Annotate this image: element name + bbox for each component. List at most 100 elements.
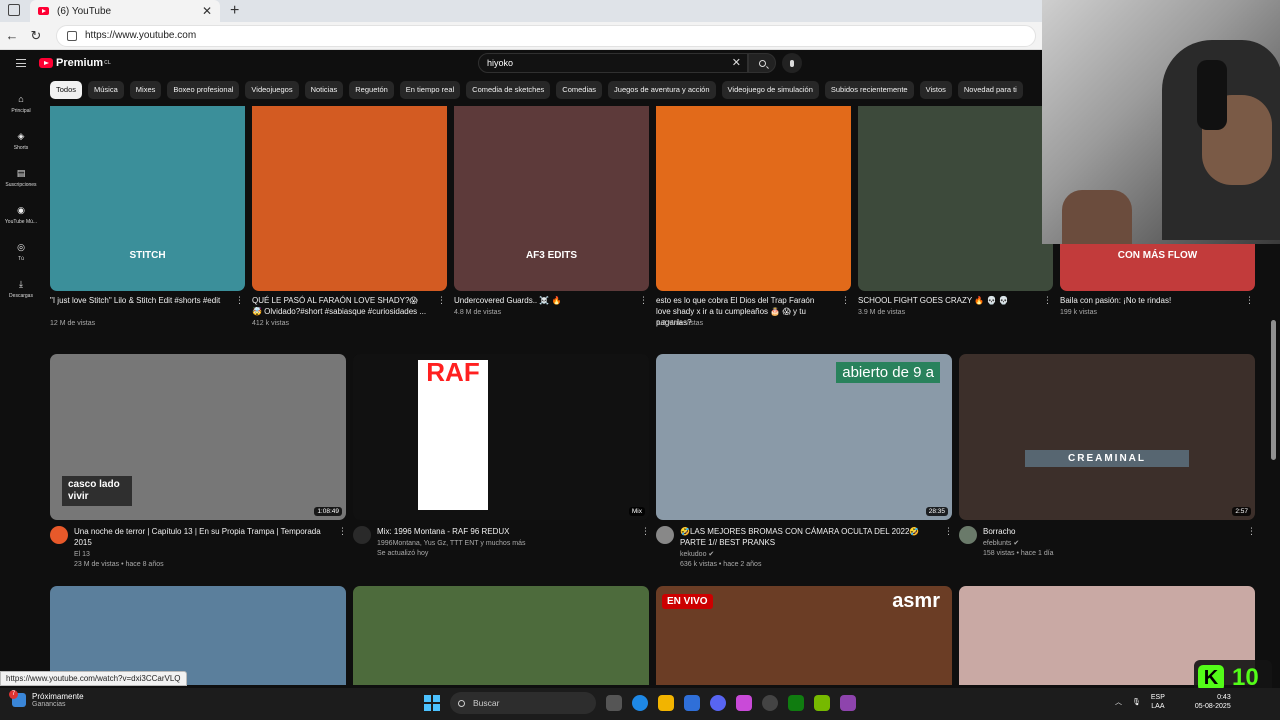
video-thumbnail[interactable]: RAF Mix	[353, 354, 649, 520]
clear-search-icon[interactable]: ✕	[732, 56, 741, 69]
filter-chips: Todos Música Mixes Boxeo profesional Videoju…	[50, 81, 1023, 99]
channel-name[interactable]: 1996Montana, Yus Gz, TTT ENT y muchos má…	[377, 539, 526, 549]
sidebar-item[interactable]: ◎ Tú	[4, 234, 38, 271]
video-thumbnail[interactable]: AF3 EDITS	[454, 106, 649, 291]
filter-chip[interactable]: Vistos	[919, 81, 952, 99]
video-title[interactable]: Baila con pasión: ¡No te rindas!	[1060, 295, 1235, 306]
video-title[interactable]: Borracho	[983, 526, 1239, 537]
filter-chip[interactable]: Subidos recientemente	[824, 81, 914, 99]
filter-chip[interactable]: Todos	[50, 81, 83, 99]
more-options-icon[interactable]: ⋮	[1247, 526, 1256, 537]
video-thumbnail[interactable]: abierto de 9 a 28:35	[656, 354, 952, 520]
filter-chip[interactable]: Reguetón	[349, 81, 394, 99]
more-options-icon[interactable]: ⋮	[944, 526, 953, 537]
back-icon[interactable]: ←	[0, 28, 24, 43]
app-icon[interactable]	[840, 695, 856, 711]
video-thumbnail[interactable]	[252, 106, 447, 291]
tab-actions-icon[interactable]	[8, 4, 20, 16]
filter-chip[interactable]: Boxeo profesional	[167, 81, 240, 99]
task-view-icon[interactable]	[606, 695, 622, 711]
filter-chip[interactable]: En tiempo real	[399, 81, 461, 99]
xbox-icon[interactable]	[788, 695, 804, 711]
video-thumbnail[interactable]	[656, 106, 851, 291]
logo-text: Premium	[56, 57, 104, 69]
video-thumbnail[interactable]: EN VIVO asmr	[656, 586, 952, 685]
filter-chip[interactable]: Mixes	[129, 81, 162, 99]
filter-chip[interactable]: Comedias	[556, 81, 603, 99]
more-options-icon[interactable]: ⋮	[1043, 295, 1052, 306]
video-title[interactable]: QUÉ LE PASÓ AL FARAÓN LOVE SHADY?😱🤯 Olvi…	[252, 295, 427, 317]
more-options-icon[interactable]: ⋮	[338, 526, 347, 537]
edge-icon[interactable]	[632, 695, 648, 711]
taskbar-search[interactable]: Buscar	[450, 692, 596, 714]
channel-avatar[interactable]	[353, 526, 371, 544]
search-icon	[758, 59, 766, 67]
sidebar-item[interactable]: ◉ YouTube Mú...	[4, 197, 38, 234]
site-info-icon[interactable]	[67, 30, 77, 41]
refresh-icon[interactable]: ↻	[24, 28, 48, 44]
voice-search-button[interactable]	[782, 53, 802, 73]
new-tab-button[interactable]: +	[230, 2, 239, 20]
search-button[interactable]	[748, 53, 776, 73]
sidebar-item[interactable]: ⌂ Principal	[4, 86, 38, 123]
filter-chip[interactable]: Música	[88, 81, 124, 99]
clock[interactable]: 0:43 05-08-2025	[1195, 693, 1231, 711]
menu-icon[interactable]	[16, 59, 26, 67]
page-scrollbar[interactable]	[1271, 320, 1276, 460]
video-title[interactable]: Mix: 1996 Montana - RAF 96 REDUX	[377, 526, 633, 537]
input-language[interactable]: ESP LAA	[1151, 693, 1165, 711]
sidebar-item[interactable]: ⤓ Descargas	[4, 271, 38, 308]
more-options-icon[interactable]: ⋮	[235, 295, 244, 306]
video-thumbnail[interactable]: STITCH	[50, 106, 245, 291]
filter-chip[interactable]: Novedad para ti	[957, 81, 1023, 99]
video-thumbnail[interactable]	[858, 106, 1053, 291]
channel-avatar[interactable]	[656, 526, 674, 544]
filter-chip[interactable]: Comedia de sketches	[466, 81, 551, 99]
sidebar-item[interactable]: ▤ Suscripciones	[4, 160, 38, 197]
video-title[interactable]: Una noche de terror | Capítulo 13 | En s…	[74, 526, 330, 548]
video-thumbnail[interactable]: casco lado vivir 1:08:49	[50, 354, 346, 520]
video-views: 4.8 M de vistas	[454, 309, 502, 316]
more-options-icon[interactable]: ⋮	[437, 295, 446, 306]
widgets-button[interactable]: 7 Próximamente Ganancias	[9, 690, 84, 708]
video-title[interactable]: Undercovered Guards.. ☠️ 🔥	[454, 295, 629, 306]
more-options-icon[interactable]: ⋮	[841, 295, 850, 306]
filter-chip[interactable]: Videojuegos	[245, 81, 299, 99]
video-thumbnail[interactable]	[353, 586, 649, 685]
channel-avatar[interactable]	[50, 526, 68, 544]
shorts-icon: ◈	[17, 131, 25, 141]
more-options-icon[interactable]: ⋮	[639, 295, 648, 306]
obs-icon[interactable]	[762, 695, 778, 711]
sidebar-item-label: Shorts	[13, 145, 29, 151]
browser-tab[interactable]: (6) YouTube ✕	[30, 0, 220, 22]
start-button[interactable]	[424, 695, 440, 711]
microphone-icon[interactable]: 🎙	[1132, 698, 1141, 706]
filter-chip[interactable]: Noticias	[304, 81, 344, 99]
file-explorer-icon[interactable]	[658, 695, 674, 711]
channel-name[interactable]: efeblunts ✔	[983, 539, 1019, 549]
mic-icon	[790, 59, 794, 67]
channel-avatar[interactable]	[959, 526, 977, 544]
channel-name[interactable]: El 13	[74, 550, 90, 560]
copilot-icon[interactable]	[736, 695, 752, 711]
video-views: 23 M de vistas • hace 8 años	[74, 561, 164, 568]
search-input[interactable]: hiyoko ✕	[478, 53, 748, 73]
outlook-icon[interactable]	[684, 695, 700, 711]
more-options-icon[interactable]: ⋮	[641, 526, 650, 537]
channel-name[interactable]: kekudoo ✔	[680, 550, 714, 560]
video-title[interactable]: "I just love Stitch" Lilo & Stitch Edit …	[50, 295, 225, 306]
discord-icon[interactable]	[710, 695, 726, 711]
tab-close-icon[interactable]: ✕	[202, 4, 212, 18]
nvidia-icon[interactable]	[814, 695, 830, 711]
url-input[interactable]: https://www.youtube.com	[56, 24, 1036, 47]
sidebar-item[interactable]: ◈ Shorts	[4, 123, 38, 160]
filter-chip[interactable]: Juegos de aventura y acción	[608, 81, 716, 99]
youtube-logo[interactable]: Premium CL	[39, 57, 111, 69]
video-title[interactable]: 🤣LAS MEJORES BROMAS CON CÁMARA OCULTA DE…	[680, 526, 936, 548]
video-title[interactable]: SCHOOL FIGHT GOES CRAZY 🔥 💀 💀	[858, 295, 1033, 306]
show-hidden-icons-icon[interactable]: ︿	[1115, 697, 1122, 707]
filter-chip[interactable]: Videojuego de simulación	[721, 81, 819, 99]
more-options-icon[interactable]: ⋮	[1245, 295, 1254, 306]
link-status-bar: https://www.youtube.com/watch?v=dxi3CCar…	[0, 671, 187, 686]
video-thumbnail[interactable]: CREAMINAL 2:57	[959, 354, 1255, 520]
